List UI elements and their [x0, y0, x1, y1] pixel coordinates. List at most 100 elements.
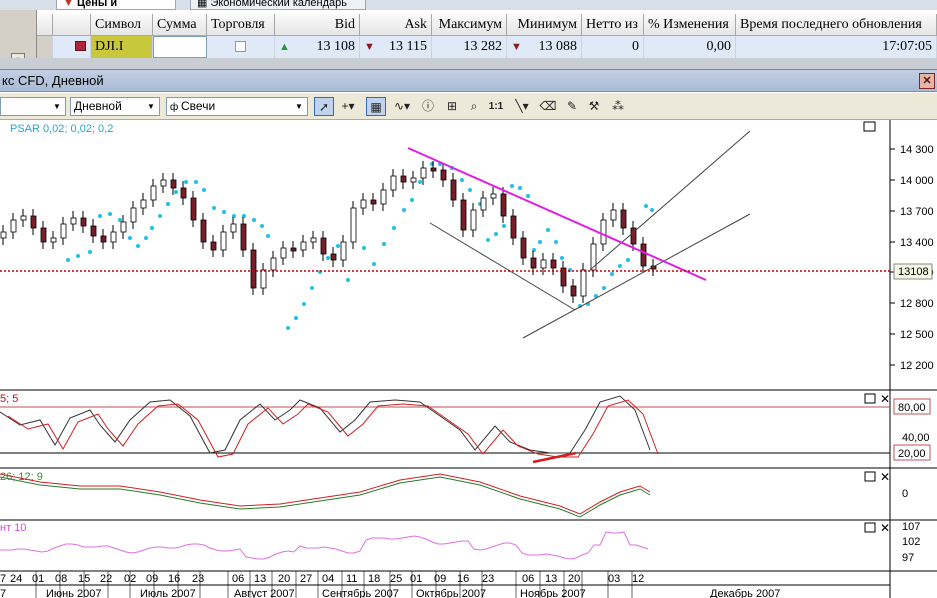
psar-dot — [460, 178, 464, 182]
objects-icon[interactable]: ⁂ — [608, 97, 628, 116]
time-day-label: 16 — [457, 573, 469, 585]
candle-body — [540, 259, 547, 269]
line-tool-icon[interactable]: ╲▾ — [512, 97, 532, 116]
candle-body — [320, 237, 327, 255]
zoom-reset-icon[interactable]: 1:1 — [486, 97, 506, 116]
crosshair-tool-icon[interactable]: +▾ — [338, 97, 358, 116]
panel-splitter[interactable] — [0, 58, 937, 70]
price-panel[interactable] — [0, 120, 937, 390]
psar-dot — [326, 256, 330, 260]
maximize-icon[interactable] — [864, 471, 876, 482]
psar-dot — [382, 242, 386, 246]
candle-body — [100, 235, 107, 243]
close-panel-icon[interactable]: ✕ — [880, 392, 890, 406]
time-day-label: 06 — [232, 573, 244, 585]
header-update-time[interactable]: Время последнего обновления — [736, 14, 937, 36]
candle-body — [470, 209, 477, 231]
chart-type-select[interactable]: ф Свечи ▼ — [166, 97, 308, 116]
psar-dot — [510, 184, 514, 188]
data-window-icon[interactable]: ⊞ — [442, 97, 462, 116]
psar-dot — [644, 204, 648, 208]
psar-dot — [602, 286, 606, 290]
candle-body — [170, 179, 177, 189]
candle-body — [510, 215, 517, 239]
candle-body — [310, 237, 317, 243]
psar-label[interactable]: PSAR 0,02; 0,02; 0,2 — [10, 123, 113, 135]
psar-dot — [538, 240, 542, 244]
psar-dot — [184, 180, 188, 184]
psar-dot — [144, 236, 148, 240]
price-tick-label: 14 000 — [900, 175, 934, 187]
tab-prices-and-trading[interactable]: ▼ Цены и торговля — [56, 0, 176, 10]
tab-label: Экономический календарь — [210, 0, 347, 9]
header-blank-2 — [53, 14, 91, 36]
chart-area[interactable]: PSAR 0,02; 0,02; 0,2 14 30014 00013 7001… — [0, 120, 937, 598]
psar-dot — [310, 286, 314, 290]
header-net[interactable]: Нетто из — [582, 14, 644, 36]
header-bid[interactable]: Bid — [275, 14, 360, 36]
psar-dot — [302, 302, 306, 306]
momentum-tick-102: 102 — [902, 536, 920, 548]
time-day-label: 12 — [632, 573, 644, 585]
time-day-label: 06 — [522, 573, 534, 585]
psar-dot — [392, 226, 396, 230]
grid-toggle-icon[interactable]: ▦ — [366, 97, 386, 116]
candle-body — [290, 247, 297, 252]
candle-body — [580, 269, 587, 297]
row-blank — [53, 36, 91, 58]
psar-dot — [194, 180, 198, 184]
psar-dot — [166, 202, 170, 206]
tab-economic-calendar[interactable]: ▦ Экономический календарь — [190, 0, 366, 10]
header-ask[interactable]: Ask — [360, 14, 432, 36]
time-month-label: Ноябрь 2007 — [520, 588, 586, 598]
close-panel-icon[interactable]: ✕ — [880, 470, 890, 484]
psar-dot — [418, 180, 422, 184]
chart-type-value: Свечи — [181, 99, 216, 113]
quote-table: Символ Сумма Торговля Bid Ask Максимум М… — [37, 14, 937, 58]
stoch-label[interactable]: 5; 5 — [0, 393, 18, 405]
period-select[interactable]: Дневной ▼ — [70, 97, 160, 116]
time-month-label: Август 2007 — [234, 588, 295, 598]
candle-body — [70, 217, 77, 225]
candle-body — [420, 167, 427, 179]
header-amount[interactable]: Сумма — [153, 14, 207, 36]
candle-body — [260, 269, 267, 289]
symbol-cell[interactable]: DJI.I — [91, 36, 153, 58]
time-day-label: 23 — [482, 573, 494, 585]
candle-body — [40, 227, 47, 243]
close-icon[interactable]: ✕ — [919, 73, 935, 89]
zoom-icon[interactable]: ⌕ — [464, 97, 484, 116]
update-time-cell: 17:07:05 — [736, 36, 937, 58]
indicator-icon[interactable]: ∿▾ — [392, 97, 412, 116]
pointer-tool-icon[interactable]: ➚ — [314, 97, 334, 116]
draw-tool-icon[interactable]: ⚒ — [584, 97, 604, 116]
price-tick-label: 13 700 — [900, 206, 934, 218]
price-tick-label: 13 400 — [900, 237, 934, 249]
header-pct-change[interactable]: % Изменения — [644, 14, 736, 36]
close-panel-icon[interactable]: ✕ — [880, 521, 890, 535]
candle-body — [140, 199, 147, 209]
amount-input[interactable] — [153, 36, 207, 58]
momentum-label[interactable]: нт 10 — [0, 522, 26, 534]
header-symbol[interactable]: Символ — [91, 14, 153, 36]
header-blank — [37, 14, 53, 36]
header-high[interactable]: Максимум — [432, 14, 507, 36]
instrument-select[interactable]: ▼ — [0, 97, 66, 116]
psar-dot — [526, 194, 530, 198]
candle-body — [230, 223, 237, 233]
psar-dot — [518, 186, 522, 190]
maximize-icon[interactable] — [864, 522, 876, 533]
trade-checkbox[interactable] — [235, 41, 246, 52]
erase-all-icon[interactable]: ✎ — [562, 97, 582, 116]
psar-dot — [502, 224, 506, 228]
header-trade[interactable]: Торговля — [207, 14, 275, 36]
eraser-icon[interactable]: ⌫ — [538, 97, 558, 116]
candle-body — [550, 259, 557, 269]
info-icon[interactable]: ⓘ — [418, 97, 438, 116]
chart-window-title-bar[interactable]: кс CFD, Дневной ✕ — [0, 70, 937, 92]
header-low[interactable]: Минимум — [507, 14, 582, 36]
row-selector[interactable] — [37, 36, 53, 58]
maximize-icon[interactable] — [864, 393, 876, 404]
time-day-label: 20 — [278, 573, 290, 585]
candle-body — [200, 219, 207, 243]
